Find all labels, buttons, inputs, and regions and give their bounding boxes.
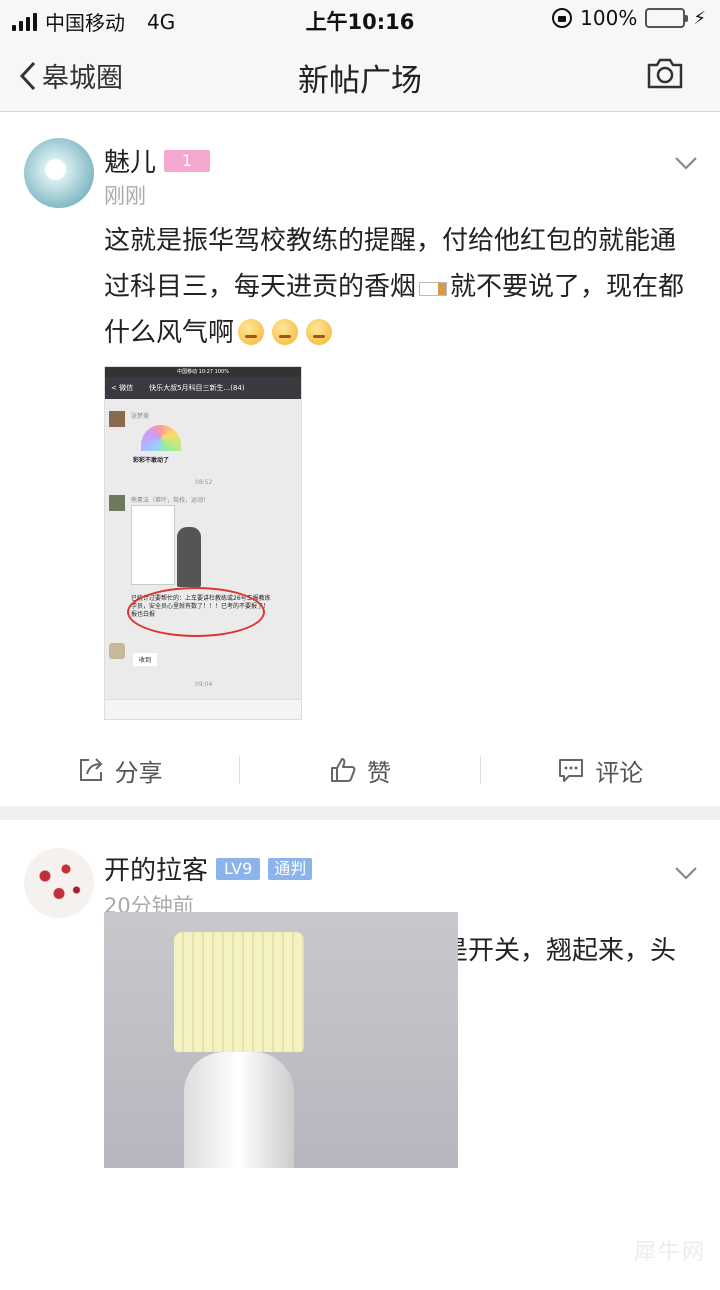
cigarette-icon — [419, 282, 448, 296]
shot-image-msg — [131, 505, 175, 585]
shot-time: 08:52 — [195, 479, 213, 486]
post-separator — [0, 806, 720, 820]
comment-icon — [559, 759, 584, 782]
battery-percent: 100% — [580, 6, 638, 30]
shot-avatar — [109, 495, 125, 511]
shot-sender: 熊素法（茶叶，驾校，运动） — [131, 497, 210, 504]
red-circle-annotation — [127, 587, 265, 637]
battery-icon — [645, 8, 689, 28]
like-label: 赞 — [366, 758, 391, 787]
shot-sticker-text: 彩彩不敢动了 — [133, 457, 170, 464]
share-label: 分享 — [114, 758, 163, 787]
rainbow-sticker — [141, 425, 181, 451]
title-badge: 通判 — [268, 857, 313, 880]
avatar[interactable] — [24, 138, 94, 208]
shot-time: 09:04 — [195, 681, 213, 688]
username[interactable]: 魅儿 — [104, 142, 156, 179]
lamp-base — [184, 1052, 294, 1168]
level-badge: LV9 — [216, 857, 261, 880]
like-button[interactable]: 赞 — [240, 753, 479, 788]
share-icon — [79, 758, 103, 781]
lamp-shade — [174, 932, 304, 1052]
shot-avatar — [109, 411, 125, 427]
emoji-icon — [306, 319, 333, 345]
shot-figure — [177, 527, 201, 587]
thumbs-up-icon — [330, 758, 356, 782]
camera-icon — [647, 58, 683, 89]
shot-avatar — [109, 643, 125, 659]
nav-bar: 皋城圈 新帖广场 — [0, 38, 720, 112]
post-image[interactable]: 中国移动 10:27 100% < 微信 快乐大叔5月科目三新生...(84) 张… — [104, 366, 302, 720]
shot-status-bar: 中国移动 10:27 100% — [105, 367, 301, 377]
post-card: 魅儿 1 刚刚 这就是振华驾校教练的提醒，付给他红包的就能通过科目三，每天进贡的… — [0, 112, 720, 806]
post-image[interactable] — [104, 912, 458, 1168]
status-bar: 中国移动 4G 上午10:16 100% ⚡ — [0, 0, 720, 38]
watermark: 犀牛网 — [633, 1240, 706, 1265]
emoji-icon — [272, 319, 299, 345]
post-time: 刚刚 — [104, 184, 146, 208]
avatar[interactable] — [24, 848, 94, 918]
username[interactable]: 开的拉客 — [104, 850, 208, 887]
post-text: 这就是振华驾校教练的提醒，付给他红包的就能通过科目三，每天进贡的香烟 就不要说了，… — [104, 218, 698, 356]
share-button[interactable]: 分享 — [0, 753, 239, 788]
page-title: 新帖广场 — [298, 63, 422, 99]
emoji-icon — [238, 319, 265, 345]
post-actions: 分享 赞 评论 — [0, 734, 720, 806]
rotation-lock-icon — [552, 8, 573, 28]
comment-label: 评论 — [595, 758, 644, 787]
shot-title-bar: < 微信 快乐大叔5月科目三新生...(84) — [105, 377, 301, 399]
shot-reply: 收到 — [133, 653, 158, 666]
chevron-down-icon[interactable] — [674, 156, 698, 170]
camera-button[interactable] — [646, 56, 684, 94]
level-badge: 1 — [164, 149, 211, 172]
shot-input-bar — [105, 699, 301, 719]
charging-icon: ⚡ — [693, 7, 706, 29]
shot-sender: 张梦美 — [131, 413, 150, 420]
comment-button[interactable]: 评论 — [481, 753, 720, 788]
chevron-down-icon[interactable] — [674, 866, 698, 880]
